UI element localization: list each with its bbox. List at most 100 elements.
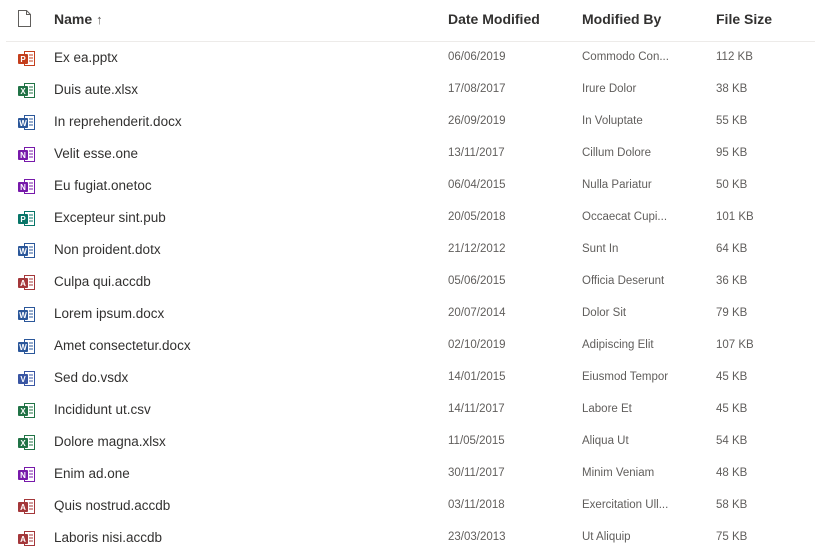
file-size: 55 KB	[716, 115, 748, 127]
file-name[interactable]: Incididunt ut.csv	[54, 402, 151, 417]
file-row[interactable]: X Dolore magna.xlsx 11/05/2015 Aliqua Ut 54 …	[0, 426, 815, 458]
file-modified-by: Sunt In	[582, 243, 619, 255]
file-size: 45 KB	[716, 371, 748, 383]
access-file-icon: A	[18, 531, 35, 546]
file-icon-letter: W	[19, 119, 27, 128]
file-name[interactable]: Ex ea.pptx	[54, 50, 118, 65]
file-date-modified: 06/04/2015	[448, 179, 506, 191]
sort-ascending-icon: ↑	[96, 12, 103, 27]
onenote-file-icon: N	[18, 467, 35, 482]
file-name[interactable]: Velit esse.one	[54, 146, 138, 161]
file-date-modified: 02/10/2019	[448, 339, 506, 351]
file-icon-letter: N	[20, 151, 26, 160]
file-icon-letter: N	[20, 471, 26, 480]
onenote-file-icon: N	[18, 147, 35, 162]
file-name[interactable]: Eu fugiat.onetoc	[54, 178, 152, 193]
file-date-modified: 20/07/2014	[448, 307, 506, 319]
file-icon-letter: W	[19, 311, 27, 320]
file-modified-by: Exercitation Ull...	[582, 499, 669, 511]
file-icon-letter: W	[19, 247, 27, 256]
file-name[interactable]: Amet consectetur.docx	[54, 338, 191, 353]
file-modified-by: Commodo Con...	[582, 51, 669, 63]
file-row[interactable]: X Incididunt ut.csv 14/11/2017 Labore Et 45 …	[0, 394, 815, 426]
file-name[interactable]: Lorem ipsum.docx	[54, 306, 164, 321]
file-icon-letter: A	[20, 503, 26, 512]
file-name[interactable]: Culpa qui.accdb	[54, 274, 151, 289]
file-date-modified: 21/12/2012	[448, 243, 506, 255]
onenote-file-icon: N	[18, 179, 35, 194]
file-modified-by: In Voluptate	[582, 115, 643, 127]
file-icon-letter: X	[20, 407, 26, 416]
file-modified-by: Ut Aliquip	[582, 531, 631, 543]
name-column-header[interactable]: Name ↑	[54, 11, 103, 27]
file-modified-by: Adipiscing Elit	[582, 339, 654, 351]
file-row[interactable]: W In reprehenderit.docx 26/09/2019 In Volup…	[0, 106, 815, 138]
file-size: 79 KB	[716, 307, 748, 319]
file-icon-letter: N	[20, 183, 26, 192]
file-size-column-header[interactable]: File Size	[716, 11, 772, 27]
file-icon-letter: A	[20, 535, 26, 544]
file-name[interactable]: Enim ad.one	[54, 466, 130, 481]
file-icon-letter: X	[20, 439, 26, 448]
file-row[interactable]: P Ex ea.pptx 06/06/2019 Commodo Con... 112 K…	[0, 42, 815, 74]
file-name[interactable]: Quis nostrud.accdb	[54, 498, 170, 513]
file-icon-letter: W	[19, 343, 27, 352]
file-row[interactable]: W Lorem ipsum.docx 20/07/2014 Dolor Sit 79 K…	[0, 298, 815, 330]
file-size: 58 KB	[716, 499, 748, 511]
document-outline-icon[interactable]	[18, 10, 31, 27]
file-name[interactable]: Sed do.vsdx	[54, 370, 128, 385]
modified-by-column-header[interactable]: Modified By	[582, 11, 661, 27]
file-modified-by: Labore Et	[582, 403, 632, 415]
excel-file-icon: X	[18, 403, 35, 418]
access-file-icon: A	[18, 275, 35, 290]
file-date-modified: 14/01/2015	[448, 371, 506, 383]
publisher-file-icon: P	[18, 211, 35, 226]
file-row[interactable]: N Eu fugiat.onetoc 06/04/2015 Nulla Pariatu…	[0, 170, 815, 202]
file-name[interactable]: Duis aute.xlsx	[54, 82, 138, 97]
file-size: 45 KB	[716, 403, 748, 415]
file-date-modified: 17/08/2017	[448, 83, 506, 95]
powerpoint-file-icon: P	[18, 51, 35, 66]
file-date-modified: 30/11/2017	[448, 467, 505, 479]
file-date-modified: 13/11/2017	[448, 147, 505, 159]
file-row[interactable]: A Quis nostrud.accdb 03/11/2018 Exercitatio…	[0, 490, 815, 522]
visio-file-icon: V	[18, 371, 35, 386]
name-column-label: Name	[54, 11, 93, 27]
excel-file-icon: X	[18, 83, 35, 98]
file-row[interactable]: W Amet consectetur.docx 02/10/2019 Adipisci…	[0, 330, 815, 362]
file-date-modified: 23/03/2013	[448, 531, 506, 543]
file-date-modified: 05/06/2015	[448, 275, 506, 287]
file-icon-letter: P	[20, 215, 26, 224]
file-date-modified: 06/06/2019	[448, 51, 506, 63]
file-name[interactable]: Excepteur sint.pub	[54, 210, 166, 225]
file-name[interactable]: Dolore magna.xlsx	[54, 434, 166, 449]
word-file-icon: W	[18, 115, 35, 130]
file-size: 112 KB	[716, 51, 753, 63]
file-modified-by: Occaecat Cupi...	[582, 211, 668, 223]
file-row[interactable]: N Enim ad.one 30/11/2017 Minim Veniam 48 KB	[0, 458, 815, 490]
file-date-modified: 11/05/2015	[448, 435, 505, 447]
word-file-icon: W	[18, 307, 35, 322]
file-name[interactable]: Laboris nisi.accdb	[54, 530, 162, 545]
file-row[interactable]: P Excepteur sint.pub 20/05/2018 Occaecat Cu…	[0, 202, 815, 234]
file-size: 38 KB	[716, 83, 748, 95]
file-size: 64 KB	[716, 243, 748, 255]
word-file-icon: W	[18, 243, 35, 258]
file-row[interactable]: N Velit esse.one 13/11/2017 Cillum Dolore 95…	[0, 138, 815, 170]
file-name[interactable]: In reprehenderit.docx	[54, 114, 182, 129]
file-modified-by: Irure Dolor	[582, 83, 637, 95]
word-file-icon: W	[18, 339, 35, 354]
file-row[interactable]: A Culpa qui.accdb 05/06/2015 Officia Deseru…	[0, 266, 815, 298]
file-icon-letter: X	[20, 87, 26, 96]
date-modified-column-header[interactable]: Date Modified	[448, 11, 540, 27]
file-size: 107 KB	[716, 339, 754, 351]
file-date-modified: 26/09/2019	[448, 115, 506, 127]
file-row[interactable]: A Laboris nisi.accdb 23/03/2013 Ut Aliquip 7…	[0, 522, 815, 554]
file-name[interactable]: Non proident.dotx	[54, 242, 161, 257]
file-icon-letter: A	[20, 279, 26, 288]
file-row[interactable]: V Sed do.vsdx 14/01/2015 Eiusmod Tempor 45 K…	[0, 362, 815, 394]
file-list-header: Name ↑ Date Modified Modified By File Siz…	[0, 0, 815, 42]
file-row[interactable]: X Duis aute.xlsx 17/08/2017 Irure Dolor 38 K…	[0, 74, 815, 106]
file-size: 50 KB	[716, 179, 748, 191]
file-row[interactable]: W Non proident.dotx 21/12/2012 Sunt In 64 KB	[0, 234, 815, 266]
